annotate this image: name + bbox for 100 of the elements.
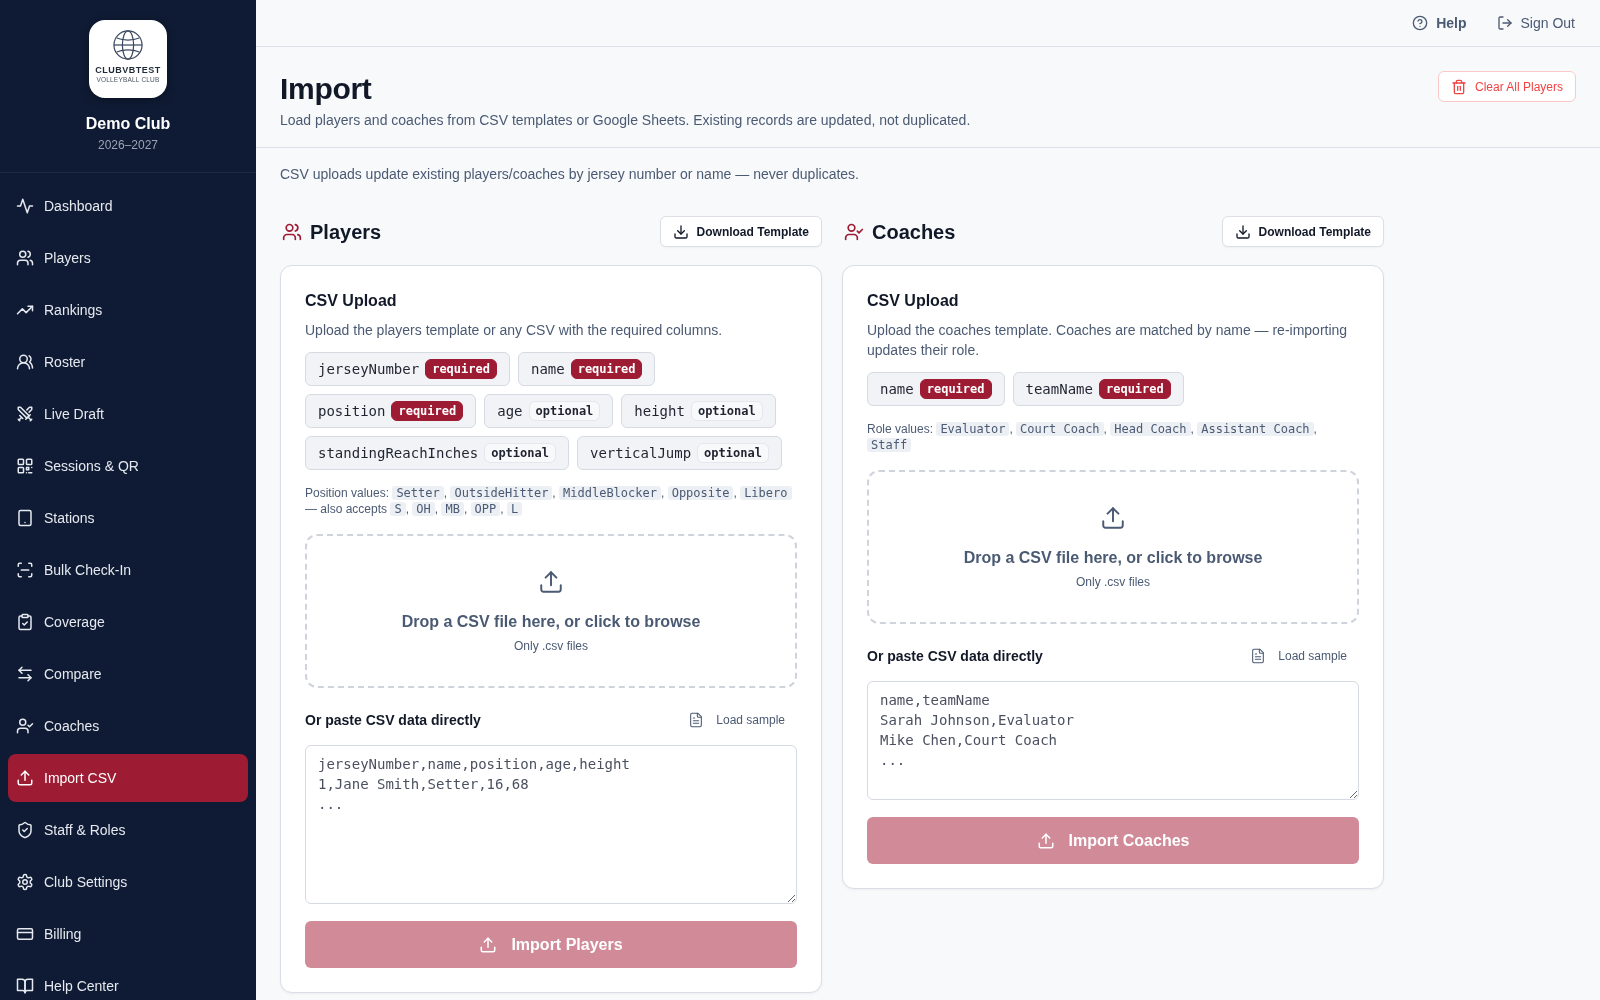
- sign-out-icon: [1496, 15, 1513, 31]
- nav-item[interactable]: Live Draft: [8, 390, 248, 438]
- nav-item[interactable]: Billing: [8, 910, 248, 958]
- qr-code-icon: [16, 457, 34, 475]
- nav-item[interactable]: Help Center: [8, 962, 248, 1000]
- column-name: teamName: [1025, 381, 1093, 397]
- file-text-icon: [688, 712, 705, 728]
- optional-badge: optional: [528, 401, 601, 421]
- drop-zone-title: Drop a CSV file here, or click to browse: [401, 611, 701, 632]
- globe-icon: [113, 30, 143, 60]
- user-check-icon: [16, 717, 34, 735]
- nav-item[interactable]: Dashboard: [8, 182, 248, 230]
- settings-icon: [16, 873, 34, 891]
- section-title: Coaches: [872, 219, 956, 244]
- value-code: Setter: [392, 486, 444, 500]
- load-sample-button[interactable]: Load sample: [1250, 648, 1359, 664]
- separator-text: ,: [660, 486, 665, 500]
- value-code: Assistant Coach: [1197, 422, 1314, 436]
- user-check-icon: [844, 221, 864, 242]
- nav-item[interactable]: Coaches: [8, 702, 248, 750]
- file-drop-zone[interactable]: Drop a CSV file here, or click to browse Only .csv files: [867, 470, 1359, 624]
- drop-zone-title: Drop a CSV file here, or click to browse: [963, 547, 1263, 568]
- shield-check-icon: [16, 821, 34, 839]
- values-label: Position values:: [305, 486, 390, 500]
- download-template-button[interactable]: Download Template: [1221, 216, 1384, 247]
- optional-badge: optional: [697, 443, 769, 463]
- nav-item[interactable]: Coverage: [8, 598, 248, 646]
- separator-text: ,: [434, 502, 439, 516]
- tablet-icon: [16, 509, 34, 527]
- page-subtitle: Load players and coaches from CSV templates or Google Sheets. Existing records are updated, not duplicated.: [280, 111, 971, 130]
- download-icon: [672, 223, 689, 240]
- paste-label: Or paste CSV data directly: [867, 647, 1043, 666]
- page-title: Import: [280, 71, 373, 107]
- separator-text: ,: [1313, 422, 1317, 436]
- help-icon: [1412, 15, 1429, 31]
- download-template-button[interactable]: Download Template: [659, 216, 822, 247]
- book-icon: [16, 977, 34, 995]
- separator-text: ,: [1190, 422, 1194, 436]
- optional-badge: optional: [690, 401, 763, 421]
- value-code: S: [390, 502, 406, 516]
- value-code: OPP: [470, 502, 501, 516]
- clipboard-check-icon: [16, 613, 34, 631]
- nav-item[interactable]: Club Settings: [8, 858, 248, 906]
- aliases-label: — also accepts: [305, 502, 388, 516]
- nav-item[interactable]: Roster: [8, 338, 248, 386]
- users-icon: [282, 221, 302, 242]
- value-code: Head Coach: [1110, 422, 1191, 436]
- value-code: Court Coach: [1016, 422, 1104, 436]
- value-code: OutsideHitter: [450, 486, 553, 500]
- nav-item[interactable]: Bulk Check-In: [8, 546, 248, 594]
- file-drop-zone[interactable]: Drop a CSV file here, or click to browse Only .csv files: [305, 534, 797, 688]
- upload-icon: [538, 568, 564, 595]
- column-name: position: [318, 403, 386, 419]
- value-code: Evaluator: [936, 422, 1010, 436]
- separator-text: ,: [1103, 422, 1107, 436]
- csv-input-field[interactable]: name,teamName Sarah Johnson,Evaluator Mike Chen,Court Coach ...: [867, 681, 1359, 800]
- separator-text: ,: [733, 486, 737, 500]
- file-text-icon: [1250, 648, 1267, 664]
- nav-item[interactable]: Import CSV: [8, 754, 248, 802]
- nav-item[interactable]: Staff & Roles: [8, 806, 248, 854]
- column-name: name: [880, 381, 914, 397]
- value-code: Opposite: [667, 486, 734, 500]
- column-name: jerseyNumber: [318, 361, 420, 377]
- club-name: Demo Club: [85, 114, 171, 134]
- card-title: CSV Upload: [867, 291, 960, 311]
- required-badge: required: [391, 401, 464, 421]
- nav-item[interactable]: Rankings: [8, 286, 248, 334]
- help-link[interactable]: Help: [1412, 15, 1467, 31]
- column-name: name: [530, 361, 565, 377]
- pulse-icon: [16, 197, 34, 215]
- optional-badge: optional: [484, 443, 556, 463]
- required-badge: required: [919, 379, 992, 399]
- swords-icon: [16, 405, 34, 423]
- upload-icon: [479, 935, 498, 954]
- logo-text: CLUBVBTEST: [95, 65, 161, 75]
- notice-text: CSV uploads update existing players/coaches by jersey number or name — never duplicates.: [280, 165, 860, 184]
- separator-text: ,: [500, 502, 504, 516]
- value-code: MB: [441, 502, 464, 516]
- sign-out-link[interactable]: Sign Out: [1496, 15, 1575, 31]
- nav-item[interactable]: Compare: [8, 650, 248, 698]
- upload-icon: [1036, 831, 1055, 850]
- separator-text: ,: [443, 486, 448, 500]
- column-name: height: [634, 403, 685, 419]
- upload-icon: [16, 769, 34, 787]
- nav-item[interactable]: Players: [8, 234, 248, 282]
- scan-icon: [16, 561, 34, 579]
- required-badge: required: [1098, 379, 1171, 399]
- csv-input-field[interactable]: jerseyNumber,name,position,age,height 1,Jane Smith,Setter,16,68 ...: [305, 745, 797, 904]
- values-label: Role values:: [867, 422, 934, 436]
- separator-text: ,: [552, 486, 556, 500]
- nav-item[interactable]: Sessions & QR: [8, 442, 248, 490]
- separator-text: ,: [463, 502, 468, 516]
- nav-item[interactable]: Stations: [8, 494, 248, 542]
- clear-all-players-button[interactable]: Clear All Players: [1437, 71, 1576, 102]
- value-code: L: [506, 502, 523, 516]
- required-badge: required: [425, 359, 497, 379]
- upload-icon: [1100, 504, 1126, 531]
- load-sample-button[interactable]: Load sample: [688, 712, 797, 728]
- season-label: 2026–2027: [97, 137, 159, 153]
- separator-text: ,: [1009, 422, 1013, 436]
